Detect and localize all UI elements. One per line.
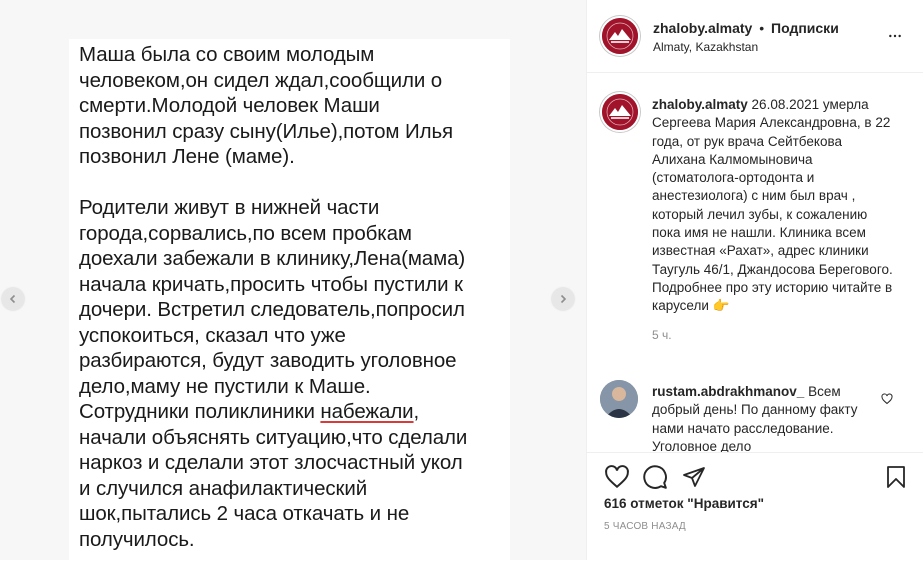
bookmark-icon bbox=[887, 466, 905, 488]
caption-avatar[interactable] bbox=[600, 92, 640, 132]
comment-username[interactable]: rustam.abdrakhmanov_ bbox=[652, 384, 804, 399]
post-text-line: человеком,он сидел ждал,сообщили о bbox=[79, 68, 443, 92]
more-options-button[interactable] bbox=[883, 26, 907, 46]
caption-username[interactable]: zhaloby.almaty bbox=[652, 97, 748, 112]
post-header: zhaloby.almaty • Подписки Almaty, Kazakh… bbox=[587, 0, 923, 73]
comment-button[interactable] bbox=[640, 462, 670, 492]
post-text-line: смерти.Молодой человек Маши bbox=[79, 94, 380, 117]
comment-item: rustam.abdrakhmanov_ Всем добрый день! П… bbox=[587, 378, 923, 452]
pointing-hand-emoji: 👉 bbox=[712, 298, 730, 314]
header-separator: • bbox=[759, 20, 765, 36]
comment-bubble-icon bbox=[643, 465, 667, 489]
mountains-logo-icon bbox=[602, 18, 638, 54]
chevron-right-icon bbox=[560, 294, 567, 304]
caption-time[interactable]: 5 ч. bbox=[652, 326, 897, 344]
avatar[interactable] bbox=[600, 16, 640, 56]
post-text-line: успокоиться, сказал что уже bbox=[79, 323, 346, 347]
post-text-line: позвонил сразу сыну(Илье),потом Илья bbox=[79, 119, 454, 143]
post-text-line: Родители живут в нижней части bbox=[79, 196, 380, 219]
post-text-line: получилось. bbox=[79, 527, 195, 551]
prev-slide-button[interactable] bbox=[2, 288, 24, 310]
post-text-line: доехали забежали в клинику,Лена(мама) bbox=[79, 247, 466, 270]
comment-like-button[interactable] bbox=[879, 391, 895, 407]
next-slide-button[interactable] bbox=[552, 288, 574, 310]
caption: zhaloby.almaty 26.08.2021 умерла Сергеев… bbox=[652, 96, 897, 344]
post-text-line: Сотрудники поликлиники набежали, bbox=[79, 400, 420, 423]
share-button[interactable] bbox=[679, 462, 709, 492]
post-text-line: позвонил Лене (маме). bbox=[79, 145, 295, 168]
underlined-word: набежали bbox=[320, 400, 414, 423]
location-link[interactable]: Almaty, Kazakhstan bbox=[653, 40, 758, 54]
heart-icon bbox=[605, 465, 629, 489]
post-timestamp[interactable]: 5 ЧАСОВ НАЗАД bbox=[604, 521, 686, 532]
follow-button[interactable]: Подписки bbox=[771, 20, 839, 36]
person-photo-icon bbox=[600, 380, 638, 418]
post-image[interactable]: Маша была со своим молодым человеком,он с… bbox=[69, 39, 510, 560]
post-image-text: Маша была со своим молодым человеком,он с… bbox=[79, 42, 509, 552]
post-text-line: начала кричать,просить чтобы пустили к bbox=[79, 272, 463, 296]
mountains-logo-icon bbox=[602, 94, 638, 130]
chevron-left-icon bbox=[9, 294, 16, 304]
comment-avatar[interactable] bbox=[600, 380, 638, 418]
post-text-line: и случился анафилактический bbox=[79, 476, 368, 500]
header-username[interactable]: zhaloby.almaty bbox=[653, 20, 752, 36]
post-text-line: Маша была со своим молодым bbox=[79, 43, 375, 66]
post-text-line: шок,пытались 2 часа откачать и не bbox=[79, 502, 410, 525]
caption-text: 26.08.2021 умерла Сергеева Мария Алексан… bbox=[652, 97, 893, 277]
post-text-line: дело,маму не пустили к Маше. bbox=[79, 374, 371, 398]
post-text-line bbox=[79, 170, 509, 196]
paper-plane-icon bbox=[683, 467, 705, 487]
more-horizontal-icon bbox=[889, 34, 901, 38]
post-text-line: наркоз и сделали этот злосчастный укол bbox=[79, 451, 463, 474]
heart-outline-icon bbox=[881, 393, 893, 405]
post-text-line: дочери. Встретил следователь,попросил bbox=[79, 298, 465, 321]
save-button[interactable] bbox=[881, 462, 911, 492]
post-text-line: начали объяснять ситуацию,что сделали bbox=[79, 425, 468, 449]
like-button[interactable] bbox=[602, 462, 632, 492]
post-sidebar: zhaloby.almaty • Подписки Almaty, Kazakh… bbox=[587, 0, 923, 561]
caption-more-line: Подробнее про эту историю читайте в кару… bbox=[652, 279, 893, 314]
actions-bar: 616 отметок "Нравится" 5 ЧАСОВ НАЗАД bbox=[587, 452, 923, 561]
post-text-line: разбираются, будут заводить уголовное bbox=[79, 349, 457, 372]
post-text-line: города,сорвались,по всем пробкам bbox=[79, 221, 412, 245]
likes-count[interactable]: 616 отметок "Нравится" bbox=[604, 496, 764, 511]
post-media: Маша была со своим молодым человеком,он с… bbox=[0, 0, 586, 560]
